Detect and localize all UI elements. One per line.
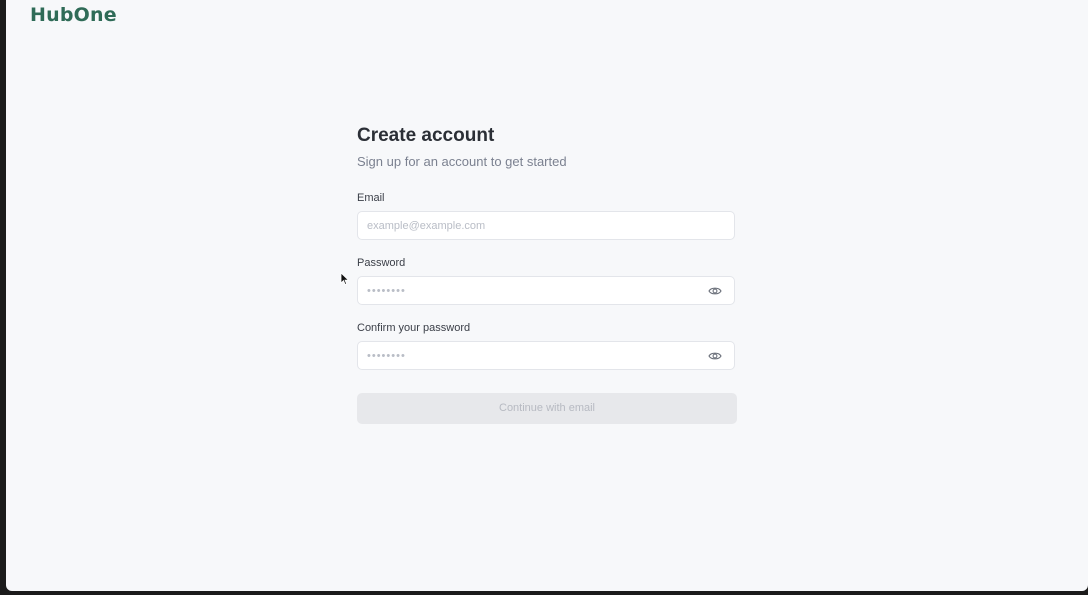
app-window: HubOne Create account Sign up for an acc…	[6, 0, 1088, 591]
continue-with-email-button[interactable]: Continue with email	[357, 393, 737, 424]
signup-form: Create account Sign up for an account to…	[357, 124, 737, 424]
hubone-logo[interactable]: HubOne	[30, 4, 117, 26]
password-field[interactable]	[358, 277, 734, 304]
password-field-container	[357, 276, 735, 305]
page-title: Create account	[357, 125, 495, 146]
password-label: Password	[357, 257, 406, 269]
email-label: Email	[357, 192, 385, 204]
email-field-container	[357, 211, 735, 240]
page-subtitle: Sign up for an account to get started	[357, 154, 567, 169]
eye-icon[interactable]	[708, 285, 722, 297]
mouse-cursor-icon	[340, 272, 350, 286]
confirm-password-field[interactable]	[358, 342, 734, 369]
eye-icon[interactable]	[708, 350, 722, 362]
confirm-password-field-container	[357, 341, 735, 370]
confirm-password-label: Confirm your password	[357, 322, 471, 334]
email-field[interactable]	[358, 212, 734, 239]
